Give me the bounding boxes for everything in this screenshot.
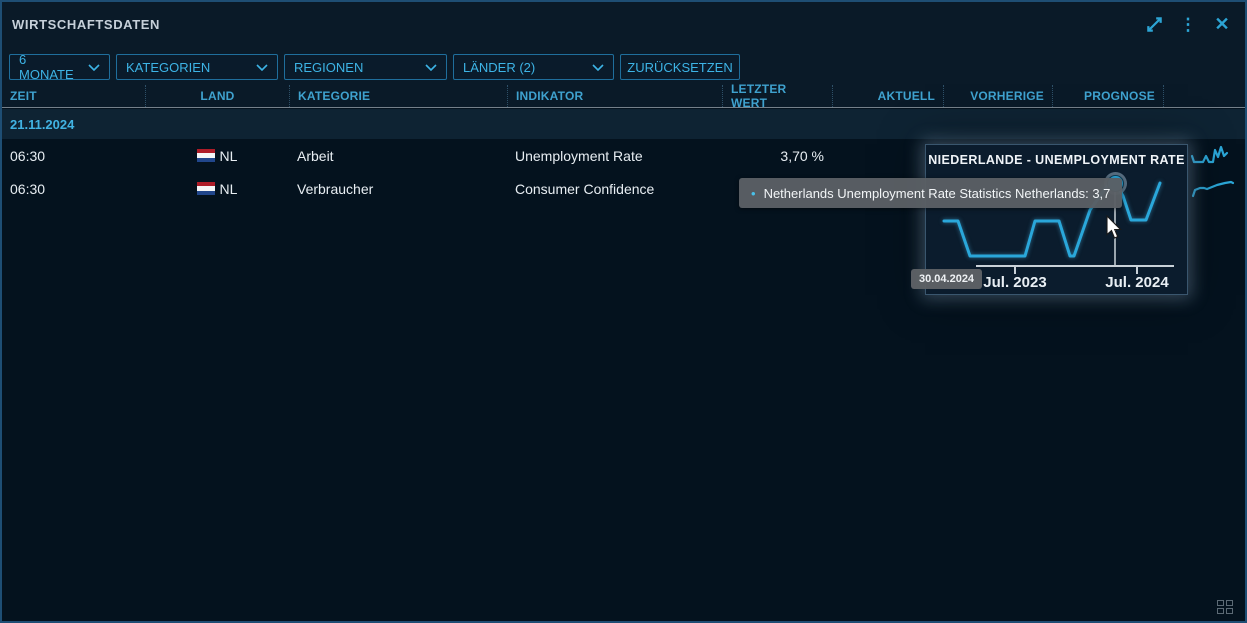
column-header-indikator[interactable]: INDIKATOR	[507, 85, 722, 107]
titlebar-icons: ⋮ ✕	[1143, 13, 1233, 35]
chevron-down-icon	[88, 64, 100, 71]
date-group-label: 21.11.2024	[10, 117, 74, 132]
hover-date-tag: 30.04.2024	[911, 269, 982, 289]
country-code: NL	[220, 148, 238, 164]
window-title: WIRTSCHAFTSDATEN	[12, 17, 160, 32]
period-dropdown[interactable]: 6 MONATE	[9, 54, 110, 80]
cell-country: NL	[145, 172, 289, 205]
series-tooltip: • Netherlands Unemployment Rate Statisti…	[739, 178, 1122, 208]
country-code: NL	[220, 181, 238, 197]
sparkline-chart	[1188, 177, 1236, 201]
sparkline-chart	[1188, 144, 1236, 168]
series-bullet-icon: •	[751, 187, 756, 200]
column-header-land[interactable]: LAND	[145, 85, 289, 107]
column-header-chart	[1163, 85, 1245, 107]
axis-tick	[1136, 267, 1138, 274]
categories-dropdown[interactable]: KATEGORIEN	[116, 54, 278, 80]
table-header: ZEIT LAND KATEGORIE INDIKATOR LETZTER WE…	[2, 85, 1245, 108]
chevron-down-icon	[256, 64, 268, 71]
mouse-cursor	[1105, 215, 1123, 241]
economic-data-widget: WIRTSCHAFTSDATEN ⋮ ✕ 6 MONATE KATEGORIEN	[0, 0, 1247, 623]
cell-indicator: Consumer Confidence	[507, 172, 722, 205]
kebab-menu-icon[interactable]: ⋮	[1177, 13, 1199, 35]
reset-button-label: ZURÜCKSETZEN	[627, 60, 732, 75]
countries-dropdown[interactable]: LÄNDER (2)	[453, 54, 614, 80]
column-header-letzter-wert[interactable]: LETZTER WERT	[722, 85, 832, 107]
expand-icon[interactable]	[1143, 13, 1165, 35]
cell-time: 06:30	[2, 172, 145, 205]
cell-category: Arbeit	[289, 139, 507, 172]
close-icon[interactable]: ✕	[1211, 13, 1233, 35]
column-header-aktuell[interactable]: AKTUELL	[832, 85, 943, 107]
x-axis-label: Jul. 2024	[1082, 274, 1192, 291]
nl-flag-icon	[197, 182, 215, 195]
title-bar: WIRTSCHAFTSDATEN ⋮ ✕	[2, 2, 1245, 48]
chevron-down-icon	[425, 64, 437, 71]
column-header-vorherige[interactable]: VORHERIGE	[943, 85, 1052, 107]
categories-dropdown-label: KATEGORIEN	[126, 60, 210, 75]
nl-flag-icon	[197, 149, 215, 162]
filter-bar: 6 MONATE KATEGORIEN REGIONEN LÄNDER (2) …	[9, 54, 740, 80]
top-bar: WIRTSCHAFTSDATEN ⋮ ✕ 6 MONATE KATEGORIEN	[2, 2, 1245, 85]
column-header-prognose[interactable]: PROGNOSE	[1052, 85, 1163, 107]
series-tooltip-text: Netherlands Unemployment Rate Statistics…	[764, 186, 1111, 201]
cell-time: 06:30	[2, 139, 145, 172]
column-header-kategorie[interactable]: KATEGORIE	[289, 85, 507, 107]
reset-button[interactable]: ZURÜCKSETZEN	[620, 54, 740, 80]
period-dropdown-label: 6 MONATE	[19, 52, 80, 82]
cell-country: NL	[145, 139, 289, 172]
x-axis	[976, 265, 1174, 267]
countries-dropdown-label: LÄNDER (2)	[463, 60, 535, 75]
cell-category: Verbraucher	[289, 172, 507, 205]
date-group-row: 21.11.2024	[2, 109, 1245, 139]
axis-tick	[1014, 267, 1016, 274]
cell-indicator: Unemployment Rate	[507, 139, 722, 172]
chevron-down-icon	[592, 64, 604, 71]
regions-dropdown[interactable]: REGIONEN	[284, 54, 447, 80]
cell-last-value: 3,70 %	[722, 139, 832, 172]
grid-resize-icon[interactable]	[1217, 600, 1234, 615]
regions-dropdown-label: REGIONEN	[294, 60, 363, 75]
column-header-zeit[interactable]: ZEIT	[2, 85, 145, 107]
chart-popup: NIEDERLANDE - UNEMPLOYMENT RATE Jul. 202…	[925, 144, 1188, 295]
